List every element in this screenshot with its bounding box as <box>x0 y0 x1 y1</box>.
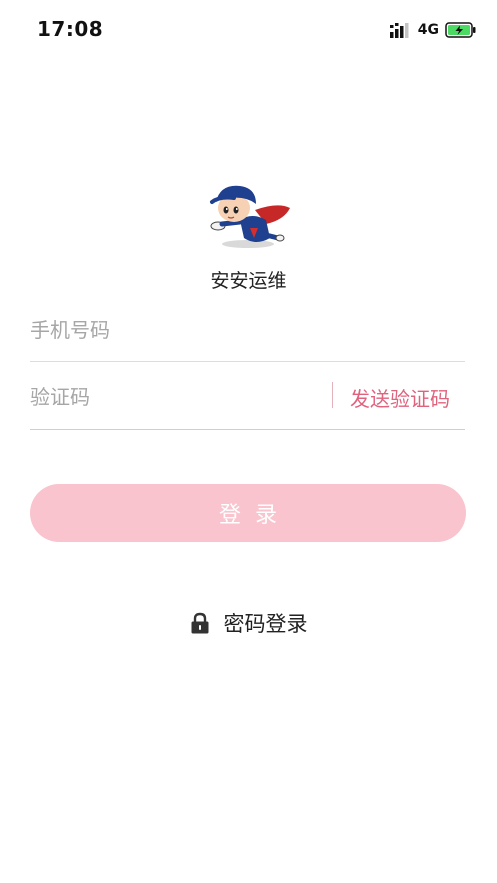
phone-divider <box>30 361 465 362</box>
status-indicators: 4G <box>389 20 477 40</box>
phone-input[interactable] <box>30 310 310 350</box>
app-name: 安安运维 <box>210 270 287 292</box>
status-bar: 17:08 4G <box>0 0 497 60</box>
login-button[interactable]: 登录 <box>30 484 466 542</box>
send-code-separator <box>332 382 333 408</box>
phone-field <box>30 310 465 350</box>
code-field: 发送验证码 <box>30 377 465 417</box>
signal-icon <box>389 23 409 38</box>
send-code-button[interactable]: 发送验证码 <box>350 383 450 412</box>
mascot-logo <box>210 185 290 248</box>
verification-code-input[interactable] <box>30 377 310 417</box>
lock-icon <box>191 612 208 634</box>
battery-charging-icon <box>445 22 476 38</box>
password-login-label: 密码登录 <box>223 612 308 636</box>
status-time: 17:08 <box>37 17 104 41</box>
password-login-link[interactable]: 密码登录 <box>0 608 497 638</box>
code-divider <box>30 429 465 430</box>
network-type: 4G <box>417 22 439 38</box>
